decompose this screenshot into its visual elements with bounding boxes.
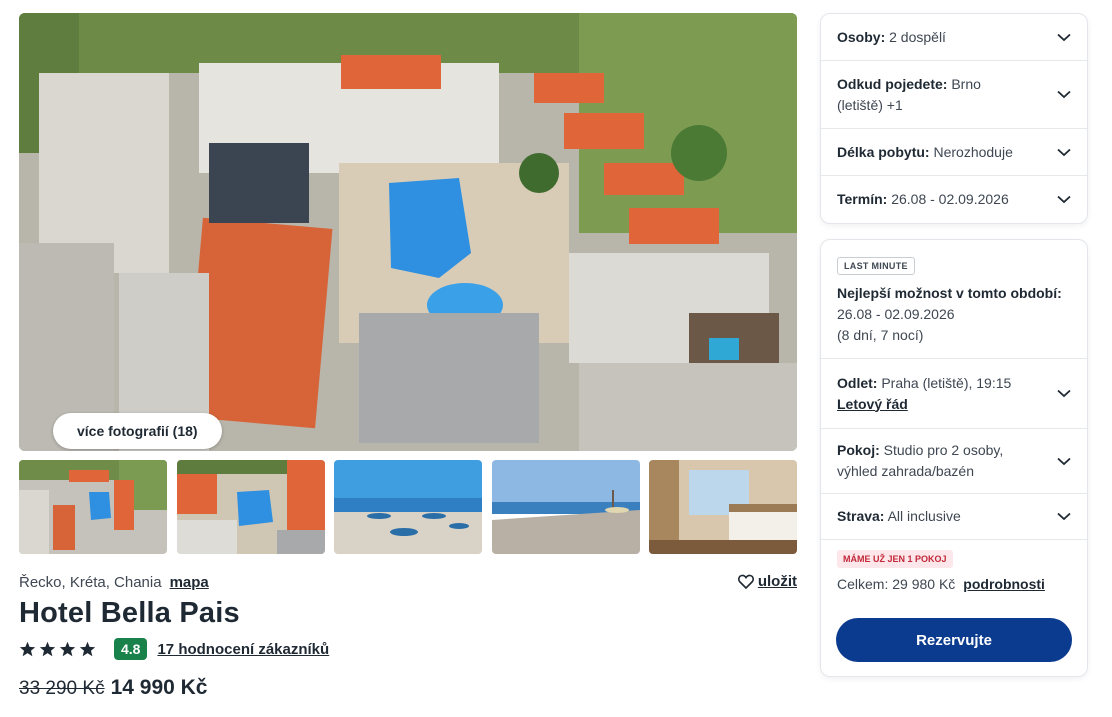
- main-photo[interactable]: více fotografií (18): [19, 13, 797, 451]
- more-photos-button[interactable]: více fotografií (18): [53, 413, 222, 449]
- chevron-down-icon: [1057, 148, 1071, 156]
- reserve-button[interactable]: Rezervujte: [836, 618, 1072, 662]
- offer-card: LAST MINUTE Nejlepší možnost v tomto obd…: [820, 239, 1088, 677]
- star-icon: [59, 641, 76, 657]
- chevron-down-icon: [1057, 90, 1071, 99]
- best-option: Nejlepší možnost v tomto období: 26.08 -…: [821, 275, 1087, 359]
- from-value-2: (letiště) +1: [837, 96, 903, 113]
- chevron-down-icon: [1057, 512, 1071, 521]
- room-value-2: výhled zahrada/bazén: [837, 463, 974, 479]
- thumbnail-aerial-pool[interactable]: [176, 460, 325, 554]
- total-price: Celkem: 29 980 Kč podrobnosti: [821, 568, 1087, 592]
- chevron-down-icon: [1057, 195, 1071, 203]
- best-option-title: Nejlepší možnost v tomto období:: [837, 285, 1062, 301]
- thumbnail-beach-umbrellas[interactable]: [334, 460, 482, 554]
- save-button[interactable]: uložit: [737, 573, 797, 590]
- best-option-dates: 26.08 - 02.09.2026: [837, 306, 955, 322]
- rating-row: 4.8 17 hodnocení zákazníků: [19, 638, 329, 660]
- length-label: Délka pobytu:: [837, 143, 930, 160]
- departure-selector[interactable]: Odlet: Praha (letiště), 19:15 Letový řád: [821, 359, 1087, 429]
- heart-icon: [737, 574, 754, 589]
- availability-badge: MÁME UŽ JEN 1 POKOJ: [837, 550, 953, 568]
- room-selector[interactable]: Pokoj: Studio pro 2 osoby, výhled zahrad…: [821, 429, 1087, 494]
- details-link[interactable]: podrobnosti: [963, 576, 1045, 592]
- current-price: 14 990 Kč: [110, 676, 208, 699]
- thumbnail-hotel-room[interactable]: [649, 460, 797, 554]
- board-label: Strava:: [837, 508, 885, 524]
- chevron-down-icon: [1057, 457, 1071, 465]
- reviews-link[interactable]: 17 hodnocení zákazníků: [157, 641, 329, 658]
- thumbnail-strip: [19, 460, 797, 554]
- hotel-location: Řecko, Kréta, Chania mapa: [19, 574, 209, 591]
- star-rating: [19, 641, 96, 657]
- thumbnail-aerial-resort[interactable]: [19, 460, 167, 554]
- term-selector[interactable]: Termín: 26.08 - 02.09.2026: [821, 176, 1087, 222]
- departure-city-selector[interactable]: Odkud pojedete: Brno (letiště) +1: [821, 61, 1087, 129]
- search-filters-card: Osoby: 2 dospělí Odkud pojedete: Brno (l…: [820, 13, 1088, 224]
- thumbnail-beach-shore[interactable]: [491, 460, 640, 554]
- location-text: Řecko, Kréta, Chania: [19, 574, 162, 591]
- departure-value: Praha (letiště), 19:15: [881, 374, 1012, 391]
- board-value: All inclusive: [887, 508, 961, 524]
- length-value: Nerozhoduje: [933, 143, 1013, 160]
- total-text: Celkem: 29 980 Kč: [837, 576, 956, 592]
- term-value: 26.08 - 02.09.2026: [891, 190, 1009, 207]
- price-row: 33 290 Kč 14 990 Kč: [19, 676, 208, 700]
- flight-schedule-link[interactable]: Letový řád: [837, 394, 1011, 415]
- term-label: Termín:: [837, 190, 888, 207]
- save-label: uložit: [757, 573, 797, 590]
- hotel-aerial-image: [19, 13, 797, 451]
- score-badge: 4.8: [114, 638, 148, 660]
- map-link[interactable]: mapa: [170, 574, 209, 591]
- board-selector[interactable]: Strava: All inclusive: [821, 494, 1087, 540]
- star-icon: [79, 641, 96, 657]
- last-minute-badge: LAST MINUTE: [837, 257, 915, 275]
- stay-length-selector[interactable]: Délka pobytu: Nerozhoduje: [821, 129, 1087, 176]
- departure-label: Odlet:: [837, 374, 878, 391]
- room-label: Pokoj:: [837, 442, 880, 458]
- persons-value: 2 dospělí: [889, 28, 946, 45]
- chevron-down-icon: [1057, 389, 1071, 398]
- star-icon: [19, 641, 36, 657]
- hotel-name: Hotel Bella Pais: [19, 597, 240, 629]
- star-icon: [39, 641, 56, 657]
- room-value: Studio pro 2 osoby,: [883, 442, 1004, 458]
- persons-label: Osoby:: [837, 28, 886, 45]
- from-value: Brno: [951, 75, 981, 92]
- persons-selector[interactable]: Osoby: 2 dospělí: [821, 14, 1087, 61]
- old-price: 33 290 Kč: [19, 678, 105, 699]
- chevron-down-icon: [1057, 33, 1071, 41]
- best-option-nights: (8 dní, 7 nocí): [837, 327, 924, 343]
- from-label: Odkud pojedete:: [837, 75, 948, 92]
